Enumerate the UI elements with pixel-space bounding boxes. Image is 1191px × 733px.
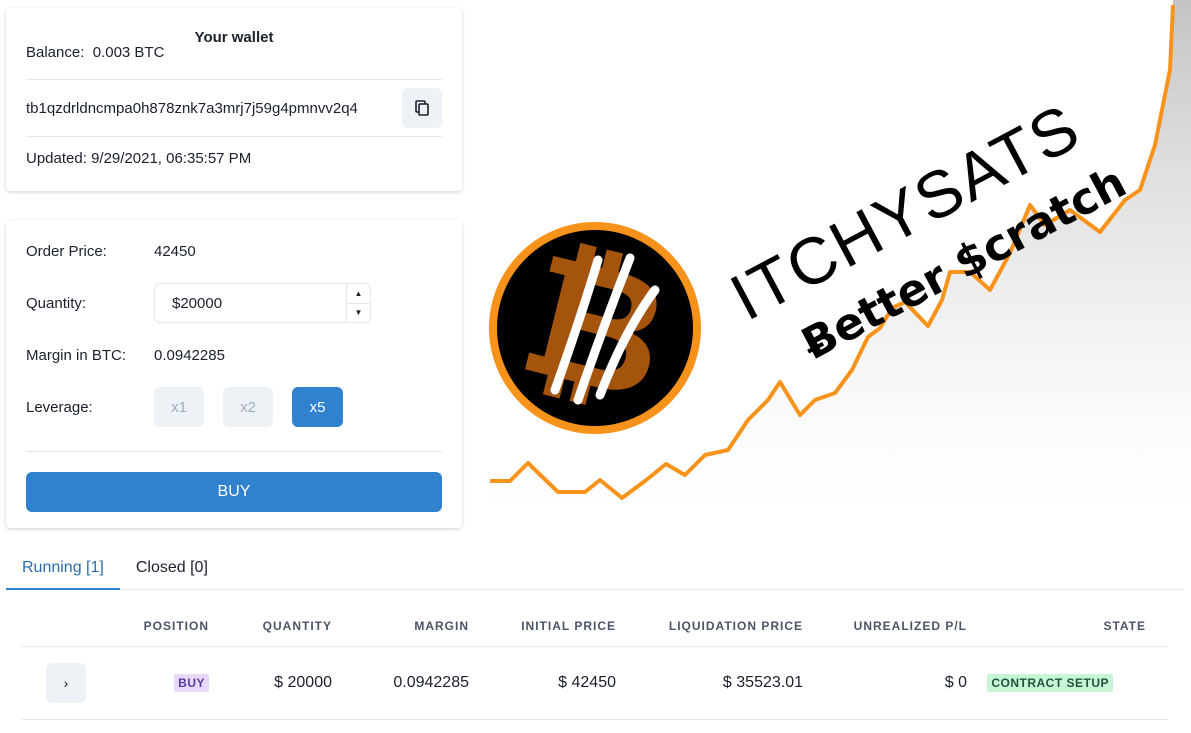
position-cell: BUY (112, 674, 209, 692)
leverage-x1-button[interactable]: x1 (154, 387, 204, 427)
copy-icon (415, 100, 429, 116)
order-price-label: Order Price: (26, 242, 107, 260)
balance-label: Balance: (26, 44, 85, 61)
state-badge: CONTRACT SETUP (987, 674, 1113, 692)
header-state: STATE (1103, 618, 1146, 633)
wallet-address: tb1qzdrldncmpa0h878znk7a3mrj7j59g4pmnvv2… (26, 99, 358, 117)
unrealized-pl-cell: $ 0 (944, 674, 967, 691)
margin-label: Margin in BTC: (26, 346, 127, 364)
quantity-stepper: ▲ ▼ (346, 284, 370, 322)
wallet-balance: Balance: 0.003 BTC (26, 45, 442, 80)
header-liquidation-price: LIQUIDATION PRICE (668, 618, 803, 633)
tab-running[interactable]: Running [1] (6, 552, 120, 590)
wallet-card: Your wallet Balance: 0.003 BTC tb1qzdrld… (6, 8, 462, 191)
quantity-label: Quantity: (26, 294, 87, 312)
expand-cell: › (22, 663, 112, 703)
tab-closed[interactable]: Closed [0] (120, 552, 224, 590)
margin-row: Margin in BTC: 0.0942285 (26, 329, 442, 381)
expand-row-button[interactable]: › (46, 663, 86, 703)
header-margin: MARGIN (414, 618, 469, 633)
wallet-title: Your wallet (194, 29, 274, 46)
updated-value: 9/29/2021, 06:35:57 PM (91, 150, 252, 167)
header-quantity: QUANTITY (262, 618, 332, 633)
order-price-value: 42450 (154, 242, 196, 260)
leverage-row: Leverage: x1 x2 x5 (26, 381, 442, 433)
copy-address-button[interactable] (402, 88, 442, 128)
wallet-updated: Updated: 9/29/2021, 06:35:57 PM (26, 137, 442, 167)
margin-cell: 0.0942285 (393, 674, 469, 691)
wallet-address-row: tb1qzdrldncmpa0h878znk7a3mrj7j59g4pmnvv2… (26, 80, 442, 137)
chevron-right-icon: › (63, 675, 69, 691)
leverage-label: Leverage: (26, 398, 93, 416)
leverage-x2-button[interactable]: x2 (223, 387, 273, 427)
position-badge: BUY (174, 674, 209, 692)
order-price-row: Order Price: 42450 (26, 225, 442, 277)
header-initial-price: INITIAL PRICE (521, 618, 616, 633)
initial-price-cell: $ 42450 (558, 674, 616, 691)
positions-tabs: Running [1] Closed [0] (6, 552, 1184, 590)
quantity-value: $20000 (172, 294, 223, 312)
quantity-row: Quantity: $20000 ▲ ▼ (26, 277, 442, 329)
quantity-cell: $ 20000 (274, 674, 332, 691)
leverage-x5-button[interactable]: x5 (292, 387, 343, 427)
buy-button[interactable]: BUY (26, 472, 442, 512)
liquidation-price-cell: $ 35523.01 (722, 674, 803, 691)
decrement-button[interactable]: ▼ (347, 304, 370, 323)
header-position: POSITION (143, 618, 209, 633)
margin-value: 0.0942285 (154, 346, 225, 364)
order-card: Order Price: 42450 Quantity: $20000 ▲ ▼ … (6, 220, 462, 528)
itchysats-hero-illustration: ₿ ITCHYSATS Ƀetter $cratch (489, 0, 1191, 540)
balance-value: 0.003 BTC (92, 44, 165, 61)
table-header: POSITION QUANTITY MARGIN INITIAL PRICE L… (22, 605, 1168, 647)
updated-label: Updated: (26, 150, 87, 167)
order-divider (26, 451, 442, 452)
increment-button[interactable]: ▲ (347, 284, 370, 304)
state-cell: CONTRACT SETUP (967, 674, 1146, 692)
header-unrealized-pl: UNREALIZED P/L (853, 618, 967, 633)
bitcoin-logo-icon: ₿ (489, 214, 701, 440)
triangle-up-icon: ▲ (354, 288, 363, 298)
table-row: › BUY $ 20000 0.0942285 $ 42450 $ 35523.… (22, 647, 1168, 720)
triangle-down-icon: ▼ (354, 308, 363, 318)
quantity-input[interactable]: $20000 ▲ ▼ (154, 283, 371, 323)
positions-table: POSITION QUANTITY MARGIN INITIAL PRICE L… (22, 605, 1168, 720)
